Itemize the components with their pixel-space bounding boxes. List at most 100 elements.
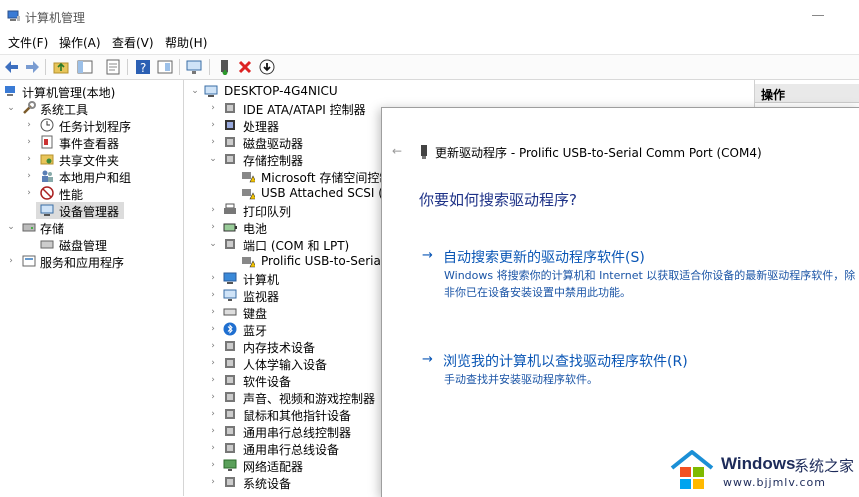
properties-icon[interactable] [105,59,121,75]
chevron-right-icon[interactable]: › [6,253,16,270]
menu-help[interactable]: 帮助(H) [165,34,207,51]
chevron-right-icon[interactable]: › [208,355,218,372]
tree-item-label: 共享文件夹 [59,154,120,168]
chevron-right-icon[interactable]: › [208,100,218,117]
computer-icon [223,272,237,284]
show-hide-tree-icon[interactable] [77,59,93,75]
chevron-down-icon[interactable]: ⌄ [6,219,16,236]
chevron-right-icon[interactable]: › [208,202,218,219]
chevron-right-icon[interactable]: › [208,270,218,287]
chevron-right-icon[interactable]: › [208,304,218,321]
chevron-right-icon[interactable]: › [208,423,218,440]
monitor-icon [223,289,237,301]
device-category-label: 监视器 [243,290,280,304]
services-icon [22,255,36,267]
tree-item-event-viewer[interactable]: › 事件查看器 [0,134,183,151]
view-icon[interactable] [157,59,173,75]
chevron-down-icon[interactable]: ⌄ [190,83,200,100]
chevron-right-icon[interactable]: › [208,321,218,338]
auto-search-desc-line1: Windows 将搜索你的计算机和 Internet 以获取适合你设备的最新驱动… [444,269,856,282]
storage-controller-icon [225,154,235,164]
shared-folder-icon [40,154,54,165]
toolbar-separator [45,59,46,75]
usb-icon [225,443,235,453]
tree-item-local-users[interactable]: › 本地用户和组 [0,168,183,185]
tree-item-storage[interactable]: ⌄ 存储 [0,219,183,236]
chevron-right-icon[interactable]: › [208,457,218,474]
back-arrow-icon[interactable] [4,59,20,75]
help-icon[interactable]: ? [135,59,151,75]
system-device-icon [225,477,235,487]
keyboard-icon [223,308,237,316]
chevron-right-icon[interactable]: › [208,287,218,304]
menu-file[interactable]: 文件(F) [8,34,48,51]
mouse-icon [225,409,235,419]
chevron-right-icon[interactable]: › [208,389,218,406]
back-button[interactable]: ← [392,144,402,158]
performance-icon [40,186,54,200]
chevron-down-icon[interactable]: ⌄ [6,100,16,117]
tree-item-label: 任务计划程序 [59,120,132,134]
auto-search-option[interactable]: → 自动搜索更新的驱动程序软件(S) Windows 将搜索你的计算机和 Int… [422,246,858,308]
download-circle-icon[interactable] [259,59,275,75]
computer-management-icon [7,10,20,21]
device-category-label: 蓝牙 [243,324,268,338]
chevron-right-icon[interactable]: › [208,406,218,423]
chevron-right-icon[interactable]: › [208,372,218,389]
device-category-label: 处理器 [243,120,280,134]
chevron-down-icon[interactable]: ⌄ [208,151,218,168]
sound-icon [225,392,235,402]
menu-view[interactable]: 查看(V) [112,34,154,51]
actions-header: 操作 [755,84,859,103]
chevron-right-icon[interactable]: › [208,440,218,457]
warning-device-icon [242,189,255,200]
warning-device-icon [242,257,255,268]
uninstall-x-icon[interactable] [237,59,253,75]
browse-title: 浏览我的计算机以查找驱动程序软件(R) [443,354,688,370]
chevron-down-icon[interactable]: ⌄ [208,236,218,253]
chevron-right-icon[interactable]: › [208,219,218,236]
menu-action[interactable]: 操作(A) [59,34,101,51]
watermark-cn: 系统之家 [794,457,855,475]
tree-item-computer-management[interactable]: 计算机管理(本地) [0,83,183,100]
svg-text:?: ? [140,61,146,75]
chevron-right-icon[interactable]: › [24,134,34,151]
software-device-icon [225,375,235,385]
minimize-button[interactable] [812,15,824,16]
arrow-right-icon: → [422,248,433,263]
event-viewer-icon [41,135,53,149]
tree-item-system-tools[interactable]: ⌄ 系统工具 [0,100,183,117]
tree-item-performance[interactable]: › 性能 [0,185,183,202]
usb-icon [225,426,235,436]
chevron-right-icon[interactable]: › [208,474,218,491]
tree-item-disk-management[interactable]: 磁盘管理 [0,236,183,253]
chevron-right-icon[interactable]: › [24,185,34,202]
tree-item-shared-folders[interactable]: › 共享文件夹 [0,151,183,168]
disk-icon [40,240,54,249]
chevron-right-icon[interactable]: › [24,168,34,185]
tree-item-task-scheduler[interactable]: › 任务计划程序 [0,117,183,134]
ide-controller-icon [225,103,235,113]
update-driver-icon[interactable] [217,59,233,75]
up-folder-icon[interactable] [53,59,69,75]
computer-icon [204,85,218,97]
chevron-right-icon[interactable]: › [24,117,34,134]
device-category-label: 网络适配器 [243,460,304,474]
browse-option[interactable]: → 浏览我的计算机以查找驱动程序软件(R) 手动查找并安装驱动程序软件。 [422,350,858,390]
chevron-right-icon[interactable]: › [208,338,218,355]
chevron-right-icon[interactable]: › [208,117,218,134]
storage-icon [22,223,36,232]
console-tree: 计算机管理(本地) ⌄ 系统工具 › 任务计划程序 › 事件查看器 › 共享文件… [0,80,184,496]
printer-icon [224,203,236,214]
chevron-right-icon[interactable]: › [24,151,34,168]
tree-item-device-manager[interactable]: 设备管理器 [36,202,124,219]
device-category-label: 人体学输入设备 [243,358,328,372]
processor-icon [225,120,235,130]
scan-hardware-icon[interactable] [186,59,202,75]
device-category-label: 系统设备 [243,477,292,491]
battery-icon [223,223,237,232]
chevron-right-icon[interactable]: › [208,134,218,151]
window-title: 计算机管理 [25,11,86,25]
tree-item-services-apps[interactable]: › 服务和应用程序 [0,253,183,270]
forward-arrow-icon[interactable] [24,59,40,75]
